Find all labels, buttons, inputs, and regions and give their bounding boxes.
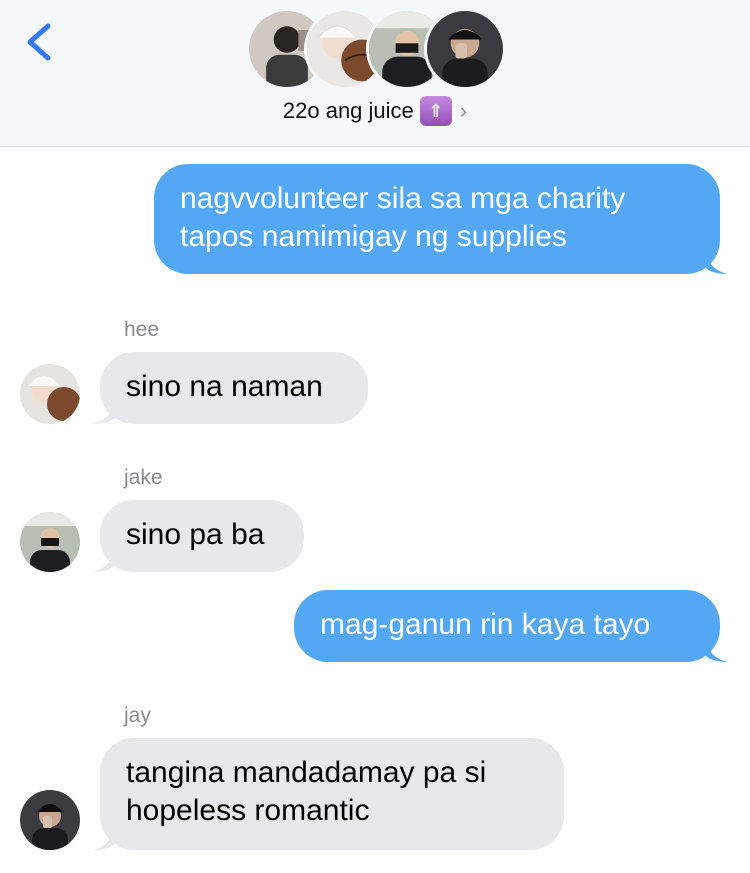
avatar[interactable] [20, 790, 80, 850]
bubble-tail [92, 404, 114, 424]
message-line: sino pa ba [126, 518, 265, 551]
sender-name: jay [124, 704, 151, 727]
chevron-right-icon: › [459, 98, 468, 124]
chat-header: 22o ang juice ⇑ › [0, 0, 750, 147]
incoming-message[interactable]: tangina mandadamay pa si hopeless romant… [92, 738, 564, 850]
bubble-tail [92, 552, 114, 572]
group-avatar [424, 8, 506, 90]
chat-title: 22o ang juice [282, 98, 414, 124]
message-line: tangina mandadamay pa si [126, 756, 487, 789]
group-avatars[interactable] [246, 8, 506, 90]
bubble-tail [706, 254, 728, 274]
avatar[interactable] [20, 364, 80, 424]
chevron-left-icon[interactable] [22, 22, 56, 62]
chat-title-row[interactable]: 22o ang juice ⇑ › [0, 94, 750, 127]
sender-name: hee [124, 318, 160, 341]
incoming-message[interactable]: sino pa ba [92, 500, 304, 572]
message-line: tapos namimigay ng supplies [180, 220, 567, 253]
bubble-tail [92, 830, 114, 850]
outgoing-message[interactable]: nagvvolunteer sila sa mga charity tapos … [154, 164, 728, 274]
avatar[interactable] [20, 512, 80, 572]
sender-name: jake [124, 466, 163, 489]
message-line: sino na naman [126, 370, 323, 403]
outgoing-message[interactable]: mag-ganun rin kaya tayo [294, 590, 728, 662]
bubble-tail [706, 642, 728, 662]
message-line: mag-ganun rin kaya tayo [320, 608, 651, 641]
message-line: hopeless romantic [126, 794, 370, 827]
elevator-icon: ⇑ [419, 96, 452, 127]
message-line: nagvvolunteer sila sa mga charity [180, 182, 626, 215]
incoming-message[interactable]: sino na naman [92, 352, 368, 424]
